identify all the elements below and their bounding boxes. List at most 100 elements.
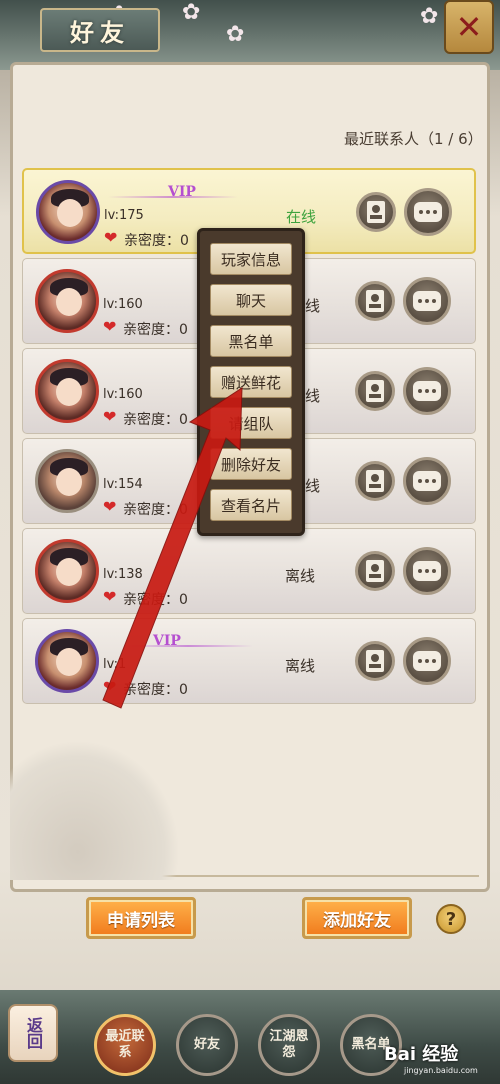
avatar[interactable]	[35, 269, 99, 333]
chat-button[interactable]	[403, 457, 451, 505]
chat-dot	[432, 389, 436, 393]
avatar[interactable]	[35, 449, 99, 513]
view-card-button[interactable]	[355, 281, 395, 321]
chat-dot	[419, 210, 423, 214]
intimacy-value: 亲密度：0	[124, 233, 189, 249]
intimacy-value: 亲密度：0	[123, 322, 188, 338]
player-level: lv:175	[104, 208, 144, 223]
player-level: lv:160	[103, 387, 143, 402]
menu-item-player-info[interactable]: 玩家信息	[210, 243, 292, 275]
view-card-button[interactable]	[355, 461, 395, 501]
id-card-icon	[366, 650, 384, 672]
intimacy-value: 亲密度：0	[123, 502, 188, 518]
watermark-logo: Bai 经验	[384, 1044, 459, 1065]
chat-bubble-icon	[413, 291, 441, 311]
chat-button[interactable]	[403, 367, 451, 415]
heart-icon: ❤	[103, 407, 117, 426]
id-card-icon	[366, 560, 384, 582]
heart-icon: ❤	[103, 677, 117, 696]
chat-dot	[425, 479, 429, 483]
chat-bubble-icon	[413, 381, 441, 401]
request-list-button[interactable]: 申请列表	[86, 897, 196, 939]
chat-button[interactable]	[403, 547, 451, 595]
heart-icon: ❤	[104, 228, 118, 247]
online-status: 线	[305, 477, 321, 495]
close-button[interactable]: ✕	[444, 0, 494, 54]
chat-button[interactable]	[403, 637, 451, 685]
chat-dot	[432, 659, 436, 663]
view-card-button[interactable]	[355, 641, 395, 681]
question-icon: ?	[445, 908, 457, 930]
blossom-decoration-icon: ✿	[420, 4, 439, 29]
avatar[interactable]	[36, 180, 100, 244]
avatar-face	[56, 468, 82, 496]
online-status: 离线	[285, 657, 316, 675]
online-status: 线	[305, 297, 321, 315]
player-level: lv:154	[103, 477, 143, 492]
contact-context-menu: 玩家信息 聊天 黑名单 赠送鲜花 请组队 删除好友 查看名片	[197, 228, 305, 536]
blossom-decoration-icon: ✿	[182, 0, 201, 25]
player-level: lv:160	[103, 297, 143, 312]
id-card-icon	[366, 470, 384, 492]
chat-dot	[418, 659, 422, 663]
player-level: lv:138	[103, 567, 143, 582]
online-status: 在线	[286, 208, 317, 226]
chat-dot	[425, 569, 429, 573]
chat-bubble-icon	[413, 471, 441, 491]
chat-dot	[425, 389, 429, 393]
avatar-face	[56, 288, 82, 316]
menu-item-chat[interactable]: 聊天	[210, 284, 292, 316]
menu-item-delete-friend[interactable]: 删除好友	[210, 448, 292, 480]
heart-icon: ❤	[103, 497, 117, 516]
menu-item-send-flowers[interactable]: 赠送鲜花	[210, 366, 292, 398]
page-title-plate: 好友	[40, 8, 160, 52]
watermark-url: jingyan.baidu.com	[404, 1066, 478, 1075]
intimacy-value: 亲密度：0	[123, 682, 188, 698]
id-card-icon	[366, 380, 384, 402]
chat-dot	[432, 569, 436, 573]
view-card-button[interactable]	[355, 551, 395, 591]
chat-bubble-icon	[414, 202, 442, 222]
vip-underline	[123, 645, 253, 647]
online-status: 离线	[285, 567, 316, 585]
add-friend-button[interactable]: 添加好友	[302, 897, 412, 939]
id-card-icon	[367, 201, 385, 223]
chat-dot	[425, 299, 429, 303]
chat-dot	[432, 299, 436, 303]
view-card-button[interactable]	[356, 192, 396, 232]
player-level: lv:1	[103, 657, 127, 672]
avatar[interactable]	[35, 629, 99, 693]
online-status: 线	[305, 387, 321, 405]
contact-row[interactable]: lv:138 ❤ 亲密度：0 离线	[22, 528, 476, 614]
mountain-decoration	[10, 740, 180, 880]
back-button[interactable]: 返回	[8, 1004, 58, 1062]
tab-friends[interactable]: 好友	[176, 1014, 238, 1076]
chat-dot	[418, 389, 422, 393]
view-card-button[interactable]	[355, 371, 395, 411]
help-button[interactable]: ?	[436, 904, 466, 934]
chat-dot	[426, 210, 430, 214]
chat-dot	[425, 659, 429, 663]
avatar-face	[56, 648, 82, 676]
chat-dot	[418, 569, 422, 573]
menu-item-blacklist[interactable]: 黑名单	[210, 325, 292, 357]
close-icon: ✕	[455, 8, 483, 46]
heart-icon: ❤	[103, 587, 117, 606]
tab-recent-contacts[interactable]: 最近联系	[94, 1014, 156, 1076]
menu-item-view-card[interactable]: 查看名片	[210, 489, 292, 521]
chat-dot	[433, 210, 437, 214]
id-card-icon	[366, 290, 384, 312]
contact-row[interactable]: VIP lv:1 ❤ 亲密度：0 离线	[22, 618, 476, 704]
avatar-face	[56, 378, 82, 406]
avatar[interactable]	[35, 359, 99, 423]
chat-button[interactable]	[404, 188, 452, 236]
page-title: 好友	[70, 17, 130, 47]
menu-item-invite-team[interactable]: 请组队	[210, 407, 292, 439]
friends-screen: ✿ ✿ ✿ ✿ 好友 ✕ 最近联系人（1 / 6） VIPlv:175❤亲密度：…	[0, 0, 500, 1084]
avatar[interactable]	[35, 539, 99, 603]
chat-button[interactable]	[403, 277, 451, 325]
tab-grudges[interactable]: 江湖恩怨	[258, 1014, 320, 1076]
vip-badge: VIP	[168, 184, 196, 200]
chat-bubble-icon	[413, 561, 441, 581]
blossom-decoration-icon: ✿	[226, 22, 245, 47]
